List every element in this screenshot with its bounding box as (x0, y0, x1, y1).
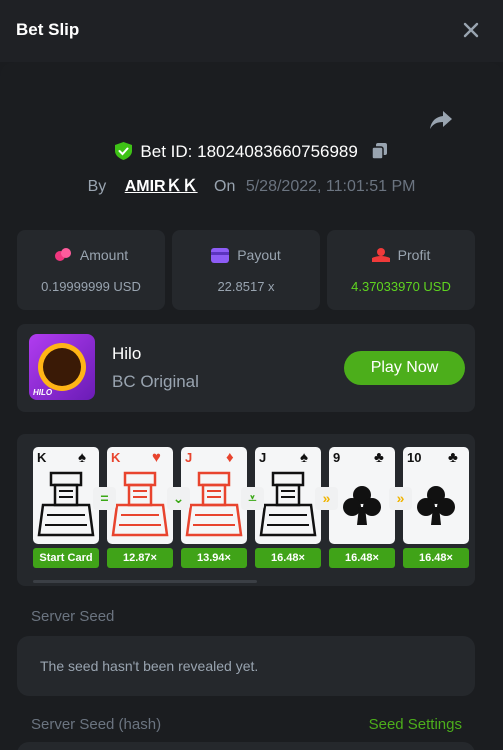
card-rank: K (37, 450, 47, 465)
card-suit: ♣ (374, 449, 384, 466)
card-rank: K (111, 450, 121, 465)
playing-card: K ♠ (33, 447, 99, 544)
profit-label: Profit (397, 247, 431, 263)
payout-value: 22.8517 x (217, 279, 275, 294)
payout-stat: Payout 22.8517 x (172, 230, 320, 310)
server-seed-hash-label: Server Seed (hash) (31, 716, 162, 733)
court-figure-icon (185, 471, 243, 537)
cards-scrollbar[interactable] (33, 580, 257, 583)
bet-stats: Amount 0.19999999 USD Payout 22.8517 x P… (17, 230, 475, 310)
close-icon[interactable] (459, 18, 483, 42)
amount-label-row: Amount (17, 247, 165, 263)
game-provider: BC Original (112, 372, 199, 391)
court-figure-icon (37, 471, 95, 537)
by-label: By (87, 178, 107, 195)
payout-label: Payout (237, 247, 281, 263)
court-figure-icon (259, 471, 317, 537)
copy-icon[interactable] (370, 142, 388, 165)
card-suit: ♦ (226, 449, 234, 466)
profit-icon (371, 248, 390, 262)
court-figure-icon (111, 471, 169, 537)
playing-card: J ♦ (181, 447, 247, 544)
game-name: Hilo (112, 344, 142, 363)
profit-stat: Profit 4.37033970 USD (327, 230, 475, 310)
bet-id-row: Bet ID: 18024083660756989 (0, 142, 503, 165)
profit-value: 4.37033970 USD (351, 279, 451, 294)
card-suit: ♠ (300, 449, 308, 466)
on-label: On (214, 178, 236, 195)
bet-date: 5/28/2022, 11:01:51 PM (245, 178, 416, 195)
coins-icon (54, 248, 71, 261)
bet-details-panel: Bet ID: 18024083660756989 By AMIRＫＫ On 5… (0, 62, 503, 750)
game-thumbnail-tag: HILO (33, 388, 53, 397)
card-rank: J (259, 450, 267, 465)
playing-card: 10 ♣ (403, 447, 469, 544)
amount-label: Amount (79, 247, 129, 263)
guess-indicator-icon: » (315, 487, 338, 510)
card-suit: ♣ (448, 449, 458, 466)
bet-owner-row: By AMIRＫＫ On 5/28/2022, 11:01:51 PM (0, 172, 503, 196)
guess-indicator-icon: = (93, 487, 116, 510)
payout-label-row: Payout (172, 247, 320, 263)
guess-indicator-icon: ⩡ (241, 487, 264, 510)
guess-indicator-icon: » (389, 487, 412, 510)
card-multiplier: 16.48× (255, 548, 321, 568)
bet-slip-header: Bet Slip (0, 0, 503, 62)
card-rank: J (185, 450, 193, 465)
profit-label-row: Profit (327, 247, 475, 263)
page-title: Bet Slip (16, 20, 80, 39)
card-multiplier: Start Card (33, 548, 99, 568)
play-now-button[interactable]: Play Now (344, 351, 465, 385)
game-thumbnail[interactable]: HILO (29, 334, 95, 400)
seed-settings-link[interactable]: Seed Settings (369, 716, 462, 733)
card-suit: ♥ (152, 449, 161, 466)
game-thumbnail-center (43, 348, 81, 386)
server-seed-value: The seed hasn't been revealed yet. (40, 658, 259, 674)
guess-indicator-icon: ⌄ (167, 487, 190, 510)
club-suit-icon (343, 486, 381, 525)
card-suit: ♠ (78, 449, 86, 466)
server-seed-label: Server Seed (31, 608, 115, 625)
club-suit-icon (417, 486, 455, 525)
card-multiplier: 16.48× (329, 548, 395, 568)
playing-card: J ♠ (255, 447, 321, 544)
game-card: HILO Hilo BC Original Play Now (17, 324, 475, 412)
card-multiplier: 13.94× (181, 548, 247, 568)
bet-id-label: Bet ID: (140, 142, 193, 161)
card-multiplier: 16.48× (403, 548, 469, 568)
card-rank: 9 (333, 450, 341, 465)
bet-id-value: 18024083660756989 (197, 142, 358, 161)
cards-history: K ♠ Start Card K ♥ 12.87× J ♦ 13.94× J ♠ 16.48× 9 ♣ 16… (17, 434, 475, 586)
card-multiplier: 12.87× (107, 548, 173, 568)
amount-stat: Amount 0.19999999 USD (17, 230, 165, 310)
playing-card: 9 ♣ (329, 447, 395, 544)
amount-value: 0.19999999 USD (41, 279, 141, 294)
card-rank: 10 (407, 450, 422, 465)
shield-check-icon (115, 142, 133, 165)
server-seed-hash-field (17, 742, 475, 750)
share-icon[interactable] (429, 109, 453, 131)
server-seed-field: The seed hasn't been revealed yet. (17, 636, 475, 696)
user-link[interactable]: AMIRＫＫ (125, 178, 198, 195)
playing-card: K ♥ (107, 447, 173, 544)
wallet-icon (211, 248, 230, 263)
